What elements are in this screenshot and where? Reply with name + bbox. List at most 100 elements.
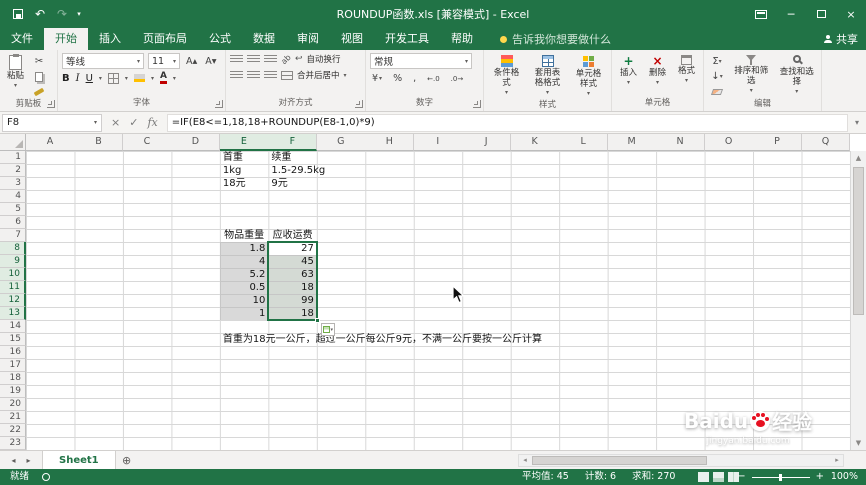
cell-F2[interactable]: 1.5-29.5kg <box>268 164 328 177</box>
minimize-button[interactable]: ─ <box>776 0 806 28</box>
zoom-out-icon[interactable]: − <box>737 469 745 485</box>
cell-E7[interactable]: 物品重量 <box>220 229 268 242</box>
sheet-nav-right-icon[interactable]: ▸ <box>21 456 36 465</box>
zoom-slider[interactable] <box>751 473 810 481</box>
align-right-icon[interactable] <box>264 70 277 80</box>
row-header-9[interactable]: 9 <box>0 255 26 268</box>
zoom-slider-thumb[interactable] <box>778 473 782 481</box>
ribbon-tab-页面布局[interactable]: 页面布局 <box>132 28 198 50</box>
cell-F3[interactable]: 9元 <box>268 177 316 190</box>
font-dialog-launcher-icon[interactable] <box>215 100 223 108</box>
alignment-dialog-launcher-icon[interactable] <box>355 100 363 108</box>
cell-E9[interactable]: 4 <box>220 255 268 268</box>
underline-icon[interactable]: U <box>86 73 93 84</box>
row-header-13[interactable]: 13 <box>0 307 26 320</box>
paste-button[interactable]: 粘贴 ▾ <box>4 53 27 98</box>
vertical-scrollbar[interactable]: ▲ ▼ <box>850 151 866 450</box>
cell-E13[interactable]: 1 <box>220 307 268 320</box>
horizontal-scrollbar[interactable]: ◂ ▸ <box>518 454 844 467</box>
column-header-Q[interactable]: Q <box>801 134 851 151</box>
cell-F1[interactable]: 续重 <box>268 151 316 164</box>
ribbon-tab-文件[interactable]: 文件 <box>0 28 44 50</box>
vertical-scroll-thumb[interactable] <box>853 167 864 315</box>
column-header-G[interactable]: G <box>316 134 366 151</box>
column-header-H[interactable]: H <box>365 134 415 151</box>
row-header-20[interactable]: 20 <box>0 398 26 411</box>
cut-icon[interactable]: ✂ <box>30 55 48 68</box>
autosum-icon[interactable]: Σ ▾ <box>708 55 726 68</box>
row-header-17[interactable]: 17 <box>0 359 26 372</box>
column-header-J[interactable]: J <box>462 134 512 151</box>
column-header-C[interactable]: C <box>122 134 172 151</box>
row-header-4[interactable]: 4 <box>0 190 26 203</box>
cell-E1[interactable]: 首重 <box>220 151 268 164</box>
row-header-10[interactable]: 10 <box>0 268 26 281</box>
row-header-6[interactable]: 6 <box>0 216 26 229</box>
enter-icon[interactable]: ✓ <box>129 116 138 129</box>
column-header-D[interactable]: D <box>171 134 221 151</box>
decrease-font-size-icon[interactable]: A▾ <box>203 56 218 67</box>
ribbon-tab-开始[interactable]: 开始 <box>44 28 88 50</box>
undo-icon[interactable]: ↶ <box>30 3 50 25</box>
orientation-icon[interactable]: ab <box>279 52 292 65</box>
row-header-16[interactable]: 16 <box>0 346 26 359</box>
column-header-L[interactable]: L <box>559 134 609 151</box>
normal-view-icon[interactable] <box>698 472 709 482</box>
row-header-14[interactable]: 14 <box>0 320 26 333</box>
column-header-B[interactable]: B <box>74 134 124 151</box>
row-header-3[interactable]: 3 <box>0 177 26 190</box>
row-header-19[interactable]: 19 <box>0 385 26 398</box>
format-as-table-button[interactable]: 套用表格格式 ▾ <box>528 53 567 99</box>
column-header-K[interactable]: K <box>510 134 560 151</box>
save-icon[interactable] <box>8 3 28 25</box>
row-header-22[interactable]: 22 <box>0 424 26 437</box>
number-dialog-launcher-icon[interactable] <box>473 100 481 108</box>
ribbon-display-options-icon[interactable] <box>746 0 776 28</box>
cell-E8[interactable]: 1.8 <box>220 242 268 255</box>
cell-E10[interactable]: 5.2 <box>220 268 268 281</box>
row-header-23[interactable]: 23 <box>0 437 26 450</box>
new-sheet-button[interactable]: ⊕ <box>116 454 138 467</box>
zoom-in-icon[interactable]: + <box>816 469 824 485</box>
delete-cells-button[interactable]: × 删除 ▾ <box>646 53 669 97</box>
wrap-text-label[interactable]: 自动换行 <box>307 53 341 65</box>
font-name-select[interactable]: 等线 ▾ <box>62 53 144 69</box>
select-all-corner[interactable] <box>0 134 26 151</box>
increase-decimal-icon[interactable]: ←.0 <box>425 75 442 83</box>
macro-record-icon[interactable] <box>42 473 50 481</box>
cell-E15[interactable]: 首重为18元一公斤，超过一公斤每公斤9元，不满一公斤要按一公斤计算 <box>220 333 545 346</box>
cell-E2[interactable]: 1kg <box>220 164 268 177</box>
merge-center-icon[interactable] <box>281 70 293 80</box>
row-header-7[interactable]: 7 <box>0 229 26 242</box>
row-header-12[interactable]: 12 <box>0 294 26 307</box>
percent-style-icon[interactable]: % <box>391 73 404 84</box>
column-header-E[interactable]: E <box>219 134 269 151</box>
wrap-text-icon[interactable]: ↩ <box>295 54 303 64</box>
insert-function-icon[interactable]: fx <box>147 116 157 129</box>
ribbon-tab-公式[interactable]: 公式 <box>198 28 242 50</box>
format-cells-button[interactable]: 格式 ▾ <box>675 53 698 97</box>
scroll-left-icon[interactable]: ◂ <box>519 455 531 466</box>
column-header-M[interactable]: M <box>607 134 657 151</box>
column-header-F[interactable]: F <box>268 134 318 151</box>
name-box[interactable]: F8 ▾ <box>2 113 102 132</box>
font-size-select[interactable]: 11 ▾ <box>148 53 180 69</box>
sheet-tab-Sheet1[interactable]: Sheet1 <box>42 451 116 469</box>
row-header-15[interactable]: 15 <box>0 333 26 346</box>
ribbon-tab-视图[interactable]: 视图 <box>330 28 374 50</box>
horiz-scroll-thumb[interactable] <box>532 456 707 465</box>
scroll-up-icon[interactable]: ▲ <box>851 151 866 165</box>
column-header-I[interactable]: I <box>413 134 463 151</box>
row-header-1[interactable]: 1 <box>0 151 26 164</box>
accounting-format-icon[interactable]: ¥ ▾ <box>370 73 384 84</box>
fill-color-icon[interactable] <box>133 74 145 82</box>
cell-E11[interactable]: 0.5 <box>220 281 268 294</box>
insert-cells-button[interactable]: + 插入 ▾ <box>617 53 640 97</box>
number-format-select[interactable]: 常规 ▾ <box>370 53 472 69</box>
conditional-formatting-button[interactable]: 条件格式 ▾ <box>488 53 525 99</box>
ribbon-tab-开发工具[interactable]: 开发工具 <box>374 28 440 50</box>
bold-icon[interactable]: B <box>62 73 70 84</box>
align-top-icon[interactable] <box>230 54 243 64</box>
find-select-button[interactable]: 查找和选择 ▾ <box>777 53 818 98</box>
formula-input[interactable]: =IF(E8<=1,18,18+ROUNDUP(E8-1,0)*9) <box>166 113 848 132</box>
